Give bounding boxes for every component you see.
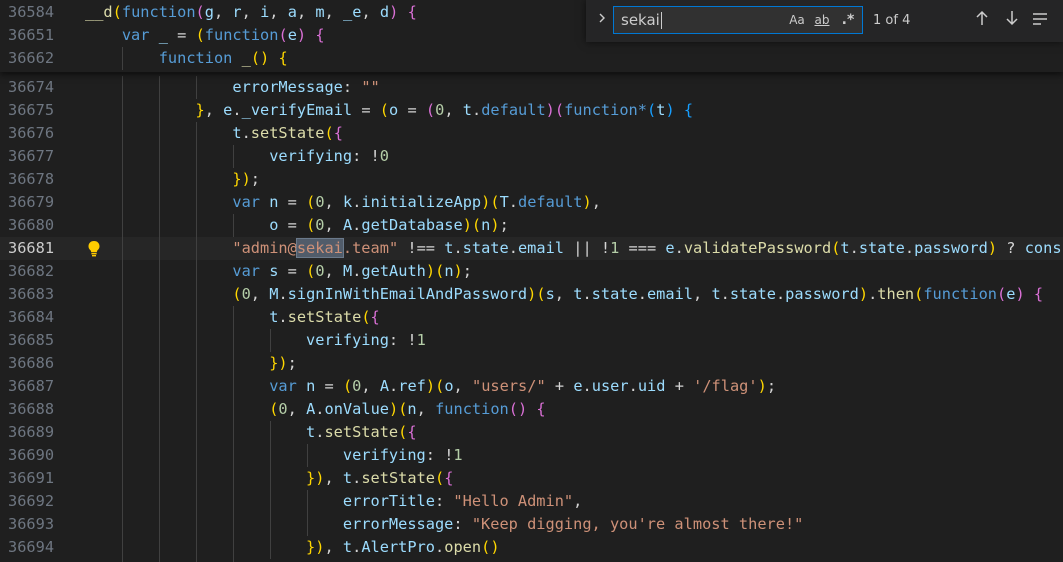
line-number[interactable]: 36693 <box>8 513 54 536</box>
code-line[interactable]: 36662 function _() { <box>0 47 1063 70</box>
text-caret <box>660 12 662 29</box>
code-text[interactable]: errorTitle: "Hello Admin", <box>85 490 583 513</box>
line-number[interactable]: 36674 <box>8 76 54 99</box>
code-line[interactable]: 36691 }), t.setState({ <box>0 467 1063 490</box>
line-number[interactable]: 36684 <box>8 306 54 329</box>
arrow-up-icon <box>975 10 989 31</box>
line-number[interactable]: 36694 <box>8 536 54 559</box>
code-text[interactable]: var n = (0, k.initializeApp)(T.default), <box>85 191 601 214</box>
line-number[interactable]: 36679 <box>8 191 54 214</box>
code-text[interactable]: var s = (0, M.getAuth)(n); <box>85 260 472 283</box>
find-input-value: sekai <box>621 11 660 29</box>
code-text[interactable]: var _ = (function(e) { <box>85 24 325 47</box>
code-text[interactable]: (0, A.onValue)(n, function() { <box>85 398 545 421</box>
code-line[interactable]: 36674 errorMessage: "" <box>0 76 1063 99</box>
code-line[interactable]: 36682 var s = (0, M.getAuth)(n); <box>0 260 1063 283</box>
line-number[interactable]: 36688 <box>8 398 54 421</box>
match-count: 1 of 4 <box>873 13 911 28</box>
code-line[interactable]: 36677 verifying: !0 <box>0 145 1063 168</box>
line-number[interactable]: 36682 <box>8 260 54 283</box>
code-text[interactable]: errorMessage: "" <box>85 76 379 99</box>
line-number[interactable]: 36584 <box>8 1 54 24</box>
code-line[interactable]: 36683 (0, M.signInWithEmailAndPassword)(… <box>0 283 1063 306</box>
code-line[interactable]: 36690 verifying: !1 <box>0 444 1063 467</box>
code-line[interactable]: 36687 var n = (0, A.ref)(o, "users/" + e… <box>0 375 1063 398</box>
code-text[interactable]: }, e._verifyEmail = (o = (0, t.default)(… <box>85 99 694 122</box>
active-code-line[interactable]: 36681 "admin@sekai.team" !== t.state.ema… <box>0 237 1063 260</box>
code-line[interactable]: 36676 t.setState({ <box>0 122 1063 145</box>
line-number[interactable]: 36687 <box>8 375 54 398</box>
code-text[interactable]: verifying: !1 <box>85 444 463 467</box>
arrow-down-icon <box>1005 11 1019 31</box>
code-text[interactable]: }), t.AlertPro.open() <box>85 536 500 559</box>
search-match-highlight: sekai <box>295 238 344 258</box>
line-number[interactable]: 36685 <box>8 329 54 352</box>
code-line[interactable]: 36675 }, e._verifyEmail = (o = (0, t.def… <box>0 99 1063 122</box>
line-number[interactable]: 36691 <box>8 467 54 490</box>
line-number[interactable]: 36686 <box>8 352 54 375</box>
line-number[interactable]: 36677 <box>8 145 54 168</box>
line-number[interactable]: 36678 <box>8 168 54 191</box>
find-widget: sekai Aa ab .* 1 of 4 <box>586 0 1063 42</box>
code-text[interactable]: function _() { <box>85 47 288 70</box>
code-line[interactable]: 36693 errorMessage: "Keep digging, you'r… <box>0 513 1063 536</box>
line-number[interactable]: 36689 <box>8 421 54 444</box>
code-text[interactable]: t.setState({ <box>85 421 417 444</box>
code-text[interactable]: }), t.setState({ <box>85 467 453 490</box>
line-number[interactable]: 36683 <box>8 283 54 306</box>
code-line[interactable]: 36684 t.setState({ <box>0 306 1063 329</box>
match-whole-word-button[interactable]: ab <box>811 10 833 30</box>
find-in-selection-button[interactable] <box>1028 9 1052 33</box>
code-line[interactable]: 36686 }); <box>0 352 1063 375</box>
line-number[interactable]: 36662 <box>8 47 54 70</box>
code-line[interactable]: 36680 o = (0, A.getDatabase)(n); <box>0 214 1063 237</box>
code-text[interactable]: o = (0, A.getDatabase)(n); <box>85 214 509 237</box>
code-line[interactable]: 36692 errorTitle: "Hello Admin", <box>0 490 1063 513</box>
line-number[interactable]: 36680 <box>8 214 54 237</box>
vertical-scrollbar[interactable] <box>1049 72 1063 562</box>
code-text[interactable]: verifying: !0 <box>85 145 389 168</box>
use-regex-button[interactable]: .* <box>837 10 859 30</box>
code-line[interactable]: 36688 (0, A.onValue)(n, function() { <box>0 398 1063 421</box>
code-line[interactable]: 36679 var n = (0, k.initializeApp)(T.def… <box>0 191 1063 214</box>
code-text[interactable]: "admin@sekai.team" !== t.state.email || … <box>85 237 1062 260</box>
code-text[interactable]: t.setState({ <box>85 122 343 145</box>
code-text[interactable]: }); <box>85 352 297 375</box>
line-number[interactable]: 36675 <box>8 99 54 122</box>
code-text[interactable]: t.setState({ <box>85 306 380 329</box>
code-line[interactable]: 36678 }); <box>0 168 1063 191</box>
find-in-selection-icon <box>1032 11 1048 31</box>
match-case-button[interactable]: Aa <box>786 10 808 30</box>
code-editor[interactable]: 36674 errorMessage: "" 36675 }, e._verify… <box>0 0 1063 562</box>
code-text[interactable]: }); <box>85 168 260 191</box>
code-line[interactable]: 36685 verifying: !1 <box>0 329 1063 352</box>
find-input[interactable]: sekai Aa ab .* <box>613 6 863 34</box>
code-text[interactable]: errorMessage: "Keep digging, you're almo… <box>85 513 804 536</box>
lightbulb-icon[interactable] <box>86 240 102 257</box>
previous-match-button[interactable] <box>970 9 994 33</box>
code-text[interactable]: (0, M.signInWithEmailAndPassword)(s, t.s… <box>85 283 1043 306</box>
code-text[interactable]: var n = (0, A.ref)(o, "users/" + e.user.… <box>85 375 776 398</box>
line-number[interactable]: 36690 <box>8 444 54 467</box>
toggle-replace-button[interactable] <box>594 11 610 31</box>
code-text[interactable]: verifying: !1 <box>85 329 426 352</box>
line-number[interactable]: 36651 <box>8 24 54 47</box>
code-line[interactable]: 36694 }), t.AlertPro.open() <box>0 536 1063 559</box>
next-match-button[interactable] <box>1000 9 1024 33</box>
line-number[interactable]: 36692 <box>8 490 54 513</box>
line-number[interactable]: 36676 <box>8 122 54 145</box>
code-text[interactable]: __d(function(g, r, i, a, m, _e, d) { <box>85 1 417 24</box>
code-line[interactable]: 36689 t.setState({ <box>0 421 1063 444</box>
line-number[interactable]: 36681 <box>8 237 54 260</box>
chevron-right-icon <box>597 13 607 28</box>
